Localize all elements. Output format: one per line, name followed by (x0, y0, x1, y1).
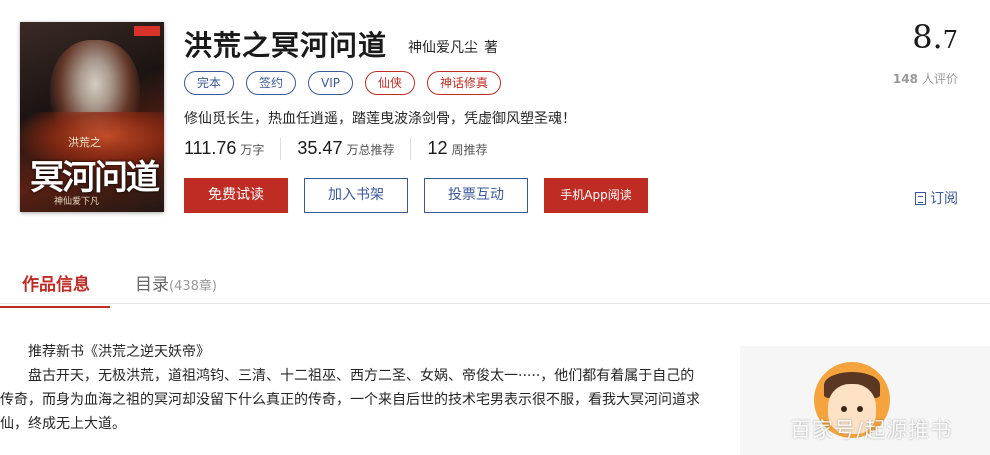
rating-score: 8.7 (912, 18, 958, 56)
book-description: 推荐新书《洪荒之逆天妖帝》 盘古开天，无极洪荒，道祖鸿钧、三清、十二祖巫、西方二… (0, 340, 706, 436)
book-intro: 修仙觅长生，热血任逍遥，踏莲曳波涤剑骨，凭虚御风塑圣魂！ (184, 111, 576, 127)
app-read-button[interactable]: 手机App阅读 (544, 178, 648, 213)
recommend-line[interactable]: 推荐新书《洪荒之逆天妖帝》 (0, 340, 706, 364)
stat-word-count: 111.76 万字 (184, 138, 280, 160)
tag-vip: VIP (308, 71, 354, 95)
tag-completed: 完本 (184, 71, 235, 95)
stat-unit: 万总推荐 (346, 143, 395, 157)
cover-subtitle: 洪荒之 (68, 136, 101, 149)
watermark-text: 百家号/起源推书 (790, 418, 953, 442)
tag-list: 完本 签约 VIP 仙侠 神话修真 (184, 71, 502, 95)
author-info: 神仙爱凡尘著 (408, 37, 498, 57)
subscribe-label: 订阅 (930, 191, 958, 207)
score-decimal: 7 (942, 26, 958, 54)
tab-catalog-label: 目录 (135, 275, 169, 295)
avatar-eye (841, 406, 847, 412)
book-stats: 111.76 万字 35.47 万总推荐 12 周推荐 (184, 138, 504, 160)
subscribe-link[interactable]: 订阅 (915, 188, 958, 208)
description-body: 盘古开天，无极洪荒，道祖鸿钧、三清、十二祖巫、西方二圣、女娲、帝俊太一·····… (0, 368, 700, 432)
stat-unit: 周推荐 (451, 143, 488, 157)
tab-catalog-count: (438章) (169, 279, 217, 294)
stat-value: 12 (427, 138, 448, 158)
stat-weekly-recommend: 12 周推荐 (410, 138, 503, 160)
content-tabs: 作品信息 目录(438章) (0, 258, 990, 308)
stat-total-recommend: 35.47 万总推荐 (280, 138, 410, 160)
rating-count[interactable]: 148 人评价 (893, 70, 958, 87)
author-suffix: 著 (484, 40, 498, 56)
rating-count-label: 人评价 (921, 72, 958, 86)
stat-value: 35.47 (297, 138, 343, 158)
vote-button[interactable]: 投票互动 (424, 178, 528, 213)
tag-mythology[interactable]: 神话修真 (427, 71, 502, 95)
book-title: 洪荒之冥河问道 (184, 29, 388, 62)
cover-badge (134, 26, 160, 36)
rating-count-number: 148 (892, 72, 918, 86)
stat-value: 111.76 (184, 138, 237, 158)
add-to-shelf-button[interactable]: 加入书架 (304, 178, 408, 213)
avatar-eye (857, 406, 863, 412)
tab-catalog[interactable]: 目录(438章) (135, 270, 217, 295)
score-integer: 8. (912, 18, 943, 56)
document-icon (915, 191, 926, 205)
tag-signed: 签约 (246, 71, 297, 95)
author-name[interactable]: 神仙爱凡尘 (408, 40, 478, 56)
tag-xianxia[interactable]: 仙侠 (365, 71, 416, 95)
tab-book-info[interactable]: 作品信息 (0, 270, 110, 308)
book-cover[interactable]: 洪荒之 冥河问道 神仙爱下凡 (20, 22, 164, 212)
cover-author: 神仙爱下凡 (54, 197, 100, 207)
stat-unit: 万字 (240, 143, 265, 157)
action-buttons: 免费试读 加入书架 投票互动 手机App阅读 (184, 178, 648, 213)
cover-title: 冥河问道 (30, 158, 160, 198)
free-read-button[interactable]: 免费试读 (184, 178, 288, 213)
